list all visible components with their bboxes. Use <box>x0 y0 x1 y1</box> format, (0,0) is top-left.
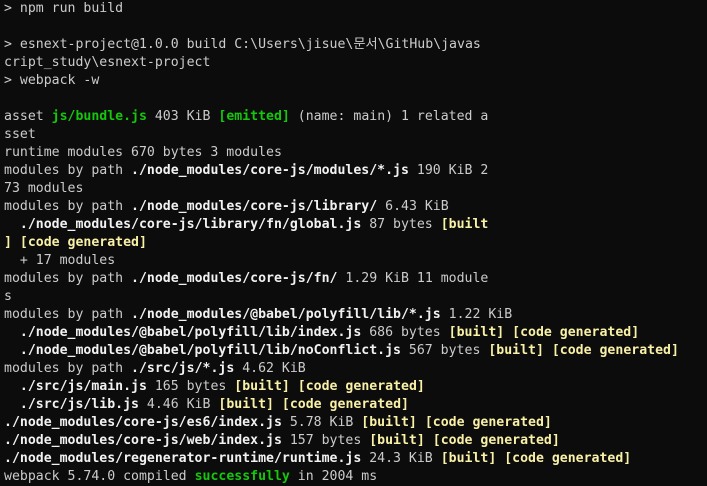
module-line: ./node_modules/@babel/polyfill/lib/noCon… <box>4 343 679 358</box>
asset-line-wrap: sset <box>4 127 36 142</box>
module-group-line: modules by path ./node_modules/@babel/po… <box>4 307 513 322</box>
codegen-tag: [code generated] <box>424 415 552 430</box>
more-modules-line: + 17 modules <box>4 253 116 268</box>
codegen-tag: [code generated] <box>551 343 679 358</box>
terminal-window[interactable]: > npm run build > esnext-project@1.0.0 b… <box>0 0 707 486</box>
module-line-wrap: ] [code generated] <box>4 235 147 250</box>
script-line: > webpack -w <box>4 73 100 88</box>
script-line: cript_study\esnext-project <box>4 55 211 70</box>
module-path: ./node_modules/core-js/modules/*.js <box>131 163 409 178</box>
module-group-line: modules by path ./src/js/*.js 4.62 KiB <box>4 361 306 376</box>
codegen-tag: [code generated] <box>297 379 425 394</box>
codegen-tag: [code generated] <box>19 235 147 250</box>
module-group-line: modules by path ./node_modules/core-js/m… <box>4 163 489 178</box>
module-group-line: modules by path ./node_modules/core-js/l… <box>4 199 449 214</box>
built-tag: [built <box>440 217 489 232</box>
module-line: ./node_modules/core-js/web/index.js 157 … <box>4 433 560 448</box>
module-path: ./node_modules/core-js/library/ <box>131 199 378 214</box>
module-line: ./src/js/main.js 165 bytes [built] [code… <box>4 379 425 394</box>
runtime-line: runtime modules 670 bytes 3 modules <box>4 145 282 160</box>
built-tag: [built] <box>234 379 290 394</box>
module-path: ./node_modules/core-js/fn/ <box>131 271 338 286</box>
built-tag: [built] <box>448 325 505 340</box>
codegen-tag: [code generated] <box>504 451 632 466</box>
codegen-tag: [code generated] <box>281 397 409 412</box>
compile-status-line: webpack 5.74.0 compiled successfully in … <box>4 469 378 484</box>
asset-name: js/bundle.js <box>51 109 147 124</box>
built-tag: [built] <box>218 397 274 412</box>
built-tag: [built] <box>440 451 497 466</box>
codegen-tag: [code generated] <box>432 433 560 448</box>
module-group-line: modules by path ./node_modules/core-js/f… <box>4 271 489 286</box>
success-status: successfully <box>194 469 290 484</box>
script-line: > esnext-project@1.0.0 build C:\Users\ji… <box>4 37 481 52</box>
built-tag: [built] <box>369 433 425 448</box>
module-path: ./src/js/*.js <box>131 361 235 376</box>
codegen-tag: [code generated] <box>512 325 640 340</box>
prompt-symbol: > <box>4 1 12 16</box>
built-tag: [built] <box>361 415 417 430</box>
asset-line: asset js/bundle.js 403 KiB [emitted] (na… <box>4 109 489 124</box>
module-line: ./node_modules/core-js/es6/index.js 5.78… <box>4 415 552 430</box>
module-line: ./node_modules/regenerator-runtime/runti… <box>4 451 632 466</box>
emitted-tag: [emitted] <box>218 109 290 124</box>
command-line: > npm run build <box>4 0 707 18</box>
module-group-wrap: 73 modules <box>4 181 84 196</box>
module-path: ./node_modules/@babel/polyfill/lib/*.js <box>131 307 441 322</box>
module-line: ./src/js/lib.js 4.46 KiB [built] [code g… <box>4 397 409 412</box>
module-group-wrap: s <box>4 289 12 304</box>
command-text: npm run build <box>19 1 124 16</box>
module-line: ./node_modules/core-js/library/fn/global… <box>4 217 489 232</box>
built-tag: [built] <box>488 343 544 358</box>
module-line: ./node_modules/@babel/polyfill/lib/index… <box>4 325 640 340</box>
